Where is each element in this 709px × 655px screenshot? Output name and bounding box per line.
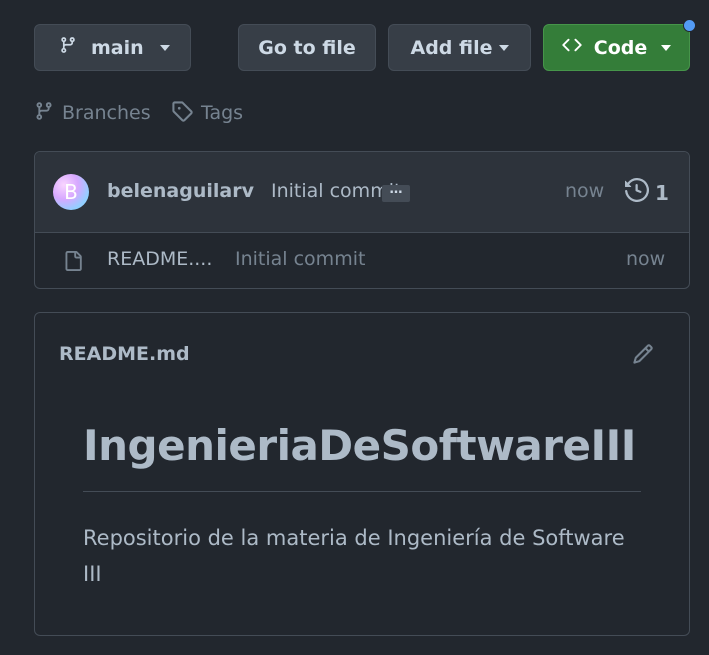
branch-select-button[interactable]: main bbox=[34, 24, 191, 71]
add-file-button[interactable]: Add file bbox=[388, 24, 531, 71]
commit-history-link[interactable]: 1 bbox=[625, 177, 669, 207]
branches-label: Branches bbox=[62, 102, 151, 124]
branch-label: main bbox=[91, 36, 144, 59]
commit-header: B belenaguilarv Initial commit … now 1 bbox=[35, 152, 689, 233]
go-to-file-button[interactable]: Go to file bbox=[238, 24, 376, 71]
tags-link[interactable]: Tags bbox=[171, 100, 243, 126]
readme-heading: IngenieriaDeSoftwareIII bbox=[83, 421, 636, 470]
file-row[interactable]: README.... Initial commit now bbox=[35, 233, 689, 288]
file-name-link[interactable]: README.... bbox=[107, 248, 212, 270]
commit-count: 1 bbox=[655, 180, 669, 205]
tag-icon bbox=[171, 100, 201, 127]
file-icon bbox=[63, 249, 83, 277]
code-label: Code bbox=[593, 36, 648, 59]
commit-time: now bbox=[565, 180, 605, 202]
readme-description: Repositorio de la materia de Ingeniería … bbox=[83, 526, 625, 586]
code-button[interactable]: Code bbox=[543, 24, 690, 71]
avatar[interactable]: B bbox=[53, 174, 89, 210]
expand-commit-button[interactable]: … bbox=[382, 183, 410, 202]
branches-link[interactable]: Branches bbox=[34, 100, 151, 126]
add-file-label: Add file bbox=[410, 36, 493, 59]
notification-dot bbox=[683, 19, 696, 32]
readme-title-link[interactable]: README.md bbox=[59, 343, 190, 365]
pencil-icon[interactable] bbox=[632, 343, 654, 369]
caret-down-icon bbox=[498, 44, 509, 51]
latest-commit-box: B belenaguilarv Initial commit … now 1 R… bbox=[34, 151, 690, 289]
code-icon bbox=[562, 35, 582, 60]
git-branch-icon bbox=[59, 35, 77, 60]
readme-box: README.md IngenieriaDeSoftwareIII Reposi… bbox=[34, 312, 690, 636]
caret-down-icon bbox=[661, 44, 672, 51]
heading-divider bbox=[83, 491, 641, 492]
commit-author-link[interactable]: belenaguilarv bbox=[107, 180, 254, 202]
tags-label: Tags bbox=[201, 102, 244, 124]
history-icon bbox=[625, 177, 655, 207]
file-commit-message-link[interactable]: Initial commit bbox=[235, 248, 365, 270]
git-branch-icon bbox=[34, 100, 62, 127]
caret-down-icon bbox=[159, 44, 170, 51]
file-time: now bbox=[626, 248, 666, 270]
